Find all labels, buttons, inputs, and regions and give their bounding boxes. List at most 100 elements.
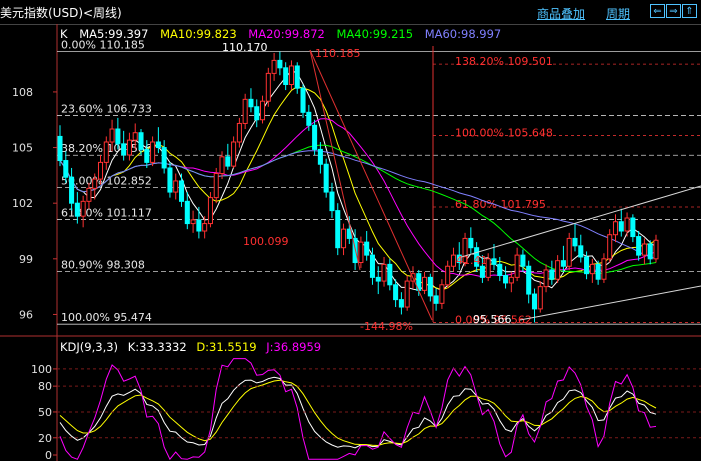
candle-body: [196, 219, 202, 232]
fib-right-label: 61.80% 101.795: [455, 198, 546, 211]
candle-body: [312, 124, 318, 150]
candle-body: [63, 160, 69, 178]
candle-body: [167, 167, 173, 193]
kdj-d-label: D:31.5519: [196, 340, 257, 354]
candle-body: [294, 65, 300, 89]
candle-body: [288, 65, 294, 86]
fib-label: 80.90% 98.308: [61, 259, 145, 272]
candle-body: [173, 180, 179, 193]
candle-body: [630, 217, 636, 238]
candle-body: [445, 265, 451, 286]
candle-body: [103, 141, 109, 163]
kdj-tick-label: 50: [38, 406, 52, 419]
candle-body: [341, 228, 347, 249]
candle-body: [560, 260, 566, 267]
ma20-label: MA20:99.872: [248, 27, 325, 41]
candle-body: [364, 241, 370, 256]
kdj-tick-label: 80: [38, 380, 52, 393]
candle-body: [589, 263, 595, 275]
fib-label: 23.60% 106.733: [61, 102, 152, 115]
candle-body: [601, 258, 607, 280]
candle-body: [57, 135, 63, 162]
candle-body: [358, 241, 364, 264]
candle-body: [231, 141, 237, 167]
y-tick-label: 105: [12, 142, 33, 155]
candle-body: [254, 106, 260, 121]
candle-body: [335, 210, 341, 249]
candle-body: [647, 243, 653, 260]
candle-body: [422, 276, 428, 291]
fib-label: 61.80% 101.117: [61, 207, 152, 220]
candle-body: [479, 265, 485, 278]
candle-body: [468, 237, 474, 249]
candle-body: [578, 245, 584, 258]
chart-frame: [0, 24, 701, 461]
low-left-label: 100.099: [243, 235, 289, 248]
candle-body: [184, 200, 190, 225]
candle-body: [503, 275, 509, 284]
candle-body: [207, 197, 213, 225]
candle-body: [86, 187, 92, 202]
candle-body: [190, 219, 196, 225]
candle-body: [624, 217, 630, 232]
candle-body: [514, 254, 520, 278]
candle-body: [126, 139, 132, 156]
candle-body: [572, 237, 578, 247]
candle-body: [121, 143, 127, 156]
candle-body: [369, 254, 375, 278]
channel-lower-line: [519, 285, 701, 321]
candle-body: [526, 265, 532, 295]
candle-body: [242, 98, 248, 124]
fib-right-label: 100.00% 105.648: [455, 127, 553, 140]
candle-body: [329, 191, 335, 212]
candle-body: [202, 223, 208, 232]
candle-body: [531, 293, 538, 310]
low-right-label: 95.566: [473, 313, 512, 326]
candle-body: [306, 111, 312, 126]
candle-body: [144, 148, 150, 163]
candle-body: [161, 147, 167, 169]
kdj-legend: KDJ(9,3,3) K:33.3332 D:31.5519 J:36.8959: [60, 340, 327, 354]
candle-body: [375, 276, 381, 282]
candle-body: [427, 276, 433, 297]
candle-body: [520, 254, 526, 267]
high-red-label: 110.185: [315, 47, 361, 60]
candle-body: [497, 263, 503, 277]
candle-body: [584, 256, 590, 275]
candle-body: [115, 128, 121, 145]
candle-body: [283, 67, 289, 86]
candle-body: [248, 98, 254, 108]
candle-body: [138, 132, 144, 150]
y-tick-label: 96: [19, 308, 33, 321]
candle-body: [491, 258, 497, 265]
kdj-j-label: J:36.8959: [266, 340, 322, 354]
candle-body: [450, 254, 457, 267]
candle-body: [132, 132, 138, 141]
candle-body: [636, 236, 642, 256]
chart-canvas[interactable]: 0.00% 110.18523.60% 106.73338.20% 104.58…: [0, 0, 701, 461]
candle-body: [381, 263, 387, 282]
candle-body: [653, 239, 659, 260]
candle-body: [393, 284, 399, 301]
ma40-label: MA40:99.215: [336, 27, 414, 41]
mid-pct-label: 41.41: [456, 254, 488, 267]
candle-body: [155, 141, 161, 149]
kdj-tick-label: 0: [45, 449, 52, 461]
kdj-k-label: K:33.3332: [127, 340, 187, 354]
ma60-label: MA60:98.997: [424, 27, 502, 41]
fan-line: [309, 49, 361, 271]
kdj-line: [59, 379, 657, 447]
price-panel-label: K: [60, 27, 68, 41]
candle-body: [595, 263, 601, 280]
fib-right-label: 138.20% 109.501: [455, 55, 553, 68]
candle-body: [219, 156, 225, 175]
candle-body: [317, 148, 323, 165]
candle-body: [271, 59, 277, 74]
candle-body: [150, 141, 156, 163]
y-tick-label: 108: [12, 86, 33, 99]
candle-body: [607, 234, 613, 260]
candle-body: [109, 128, 115, 143]
candle-body: [555, 260, 561, 280]
ma5-label: MA5:99.397: [79, 27, 149, 41]
candle-body: [612, 221, 619, 236]
